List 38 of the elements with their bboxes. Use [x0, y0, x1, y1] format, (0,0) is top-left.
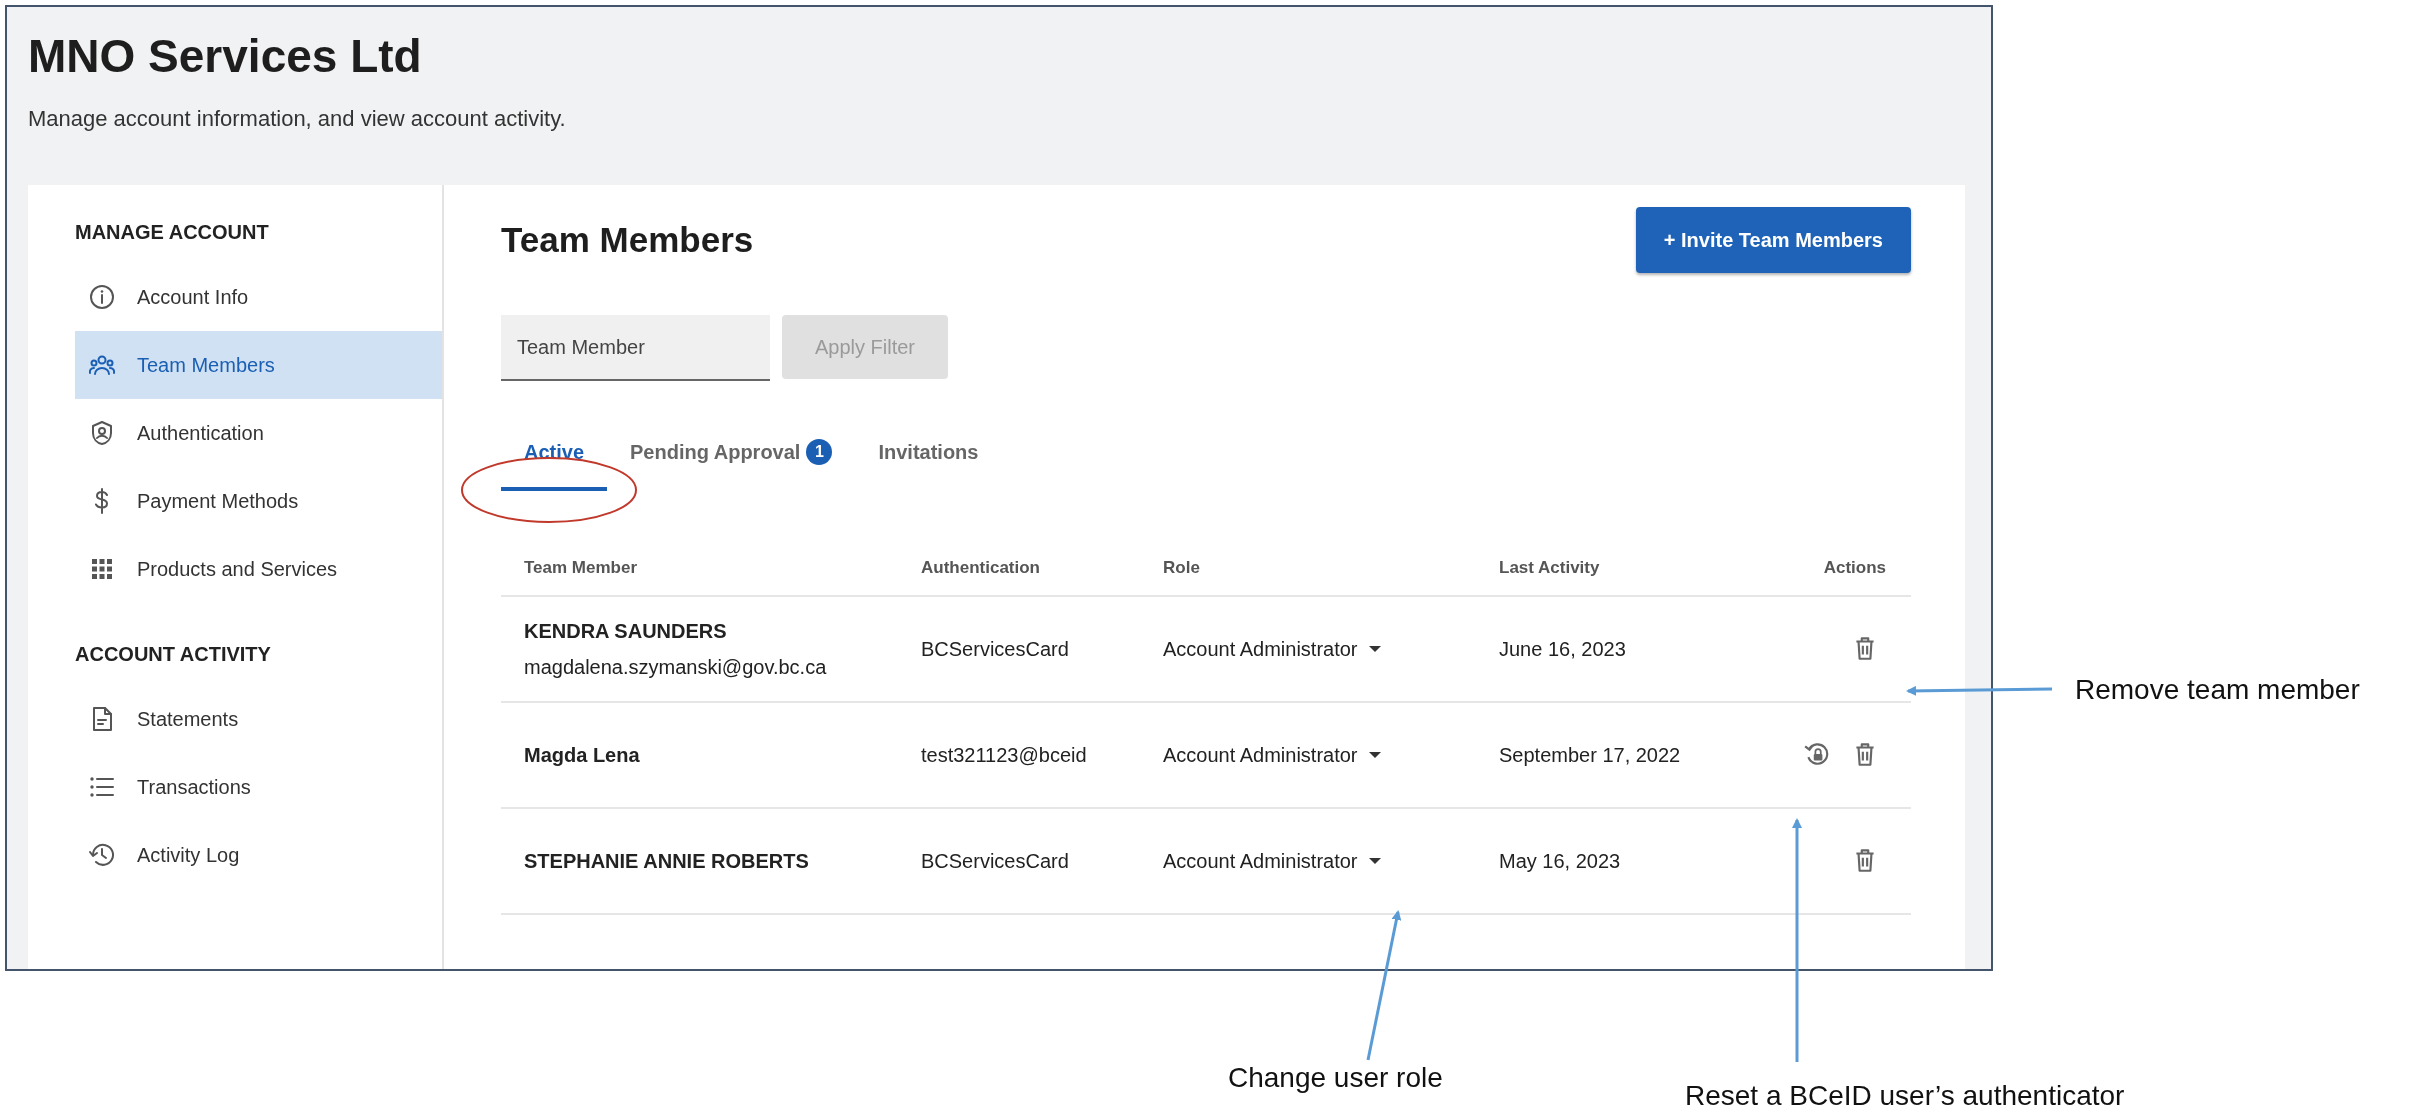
column-header: Last Activity [1498, 557, 1601, 580]
table-cell-text: test321123@bceid [920, 743, 1088, 769]
sidebar-item[interactable]: Statements [75, 685, 442, 754]
invite-button[interactable]: + Invite Team Members [1635, 207, 1911, 274]
member-email: magdalena.szymanski@gov.bc.ca [524, 655, 828, 681]
table-cell-text: June 16, 2023 [1498, 637, 1627, 663]
column-header: Actions [1822, 557, 1887, 580]
section-heading: MANAGE ACCOUNT [75, 220, 270, 246]
sidebar-item[interactable]: Transactions [75, 753, 442, 822]
column-header: Team Member [523, 557, 639, 580]
sidebar-item[interactable]: Account Info [75, 263, 442, 332]
tab[interactable]: Pending Approval 1 [607, 419, 856, 492]
tab[interactable]: Invitations [855, 419, 1002, 492]
table-cell-text: BCServicesCard [920, 637, 1070, 663]
sidebar-item[interactable]: Payment Methods [75, 467, 442, 536]
page-title: MNO Services Ltd [28, 29, 423, 84]
count-badge: 1 [806, 439, 833, 466]
section-title: Team Members [501, 219, 754, 262]
role-dropdown[interactable]: Account Administrator [1163, 846, 1382, 877]
callout-label: Change user role [1228, 1064, 1443, 1092]
member-name: KENDRA SAUNDERS [524, 619, 728, 645]
callout-label: Reset a BCeID user’s authenticator [1685, 1082, 2125, 1110]
table-cell-text: September 17, 2022 [1498, 743, 1682, 769]
sidebar-item[interactable]: Products and Services [75, 535, 442, 604]
table-cell-text: May 16, 2023 [1498, 849, 1622, 875]
sidebar-item[interactable]: Activity Log [75, 821, 442, 890]
section-heading: ACCOUNT ACTIVITY [75, 642, 272, 668]
member-name: Magda Lena [524, 743, 641, 769]
sidebar-item[interactable]: Authentication [75, 399, 442, 468]
role-dropdown[interactable]: Account Administrator [1163, 634, 1382, 665]
role-dropdown[interactable]: Account Administrator [1163, 740, 1382, 771]
column-header: Role [1162, 557, 1201, 580]
column-header: Authentication [920, 557, 1041, 580]
page-subtitle: Manage account information, and view account activity. [28, 105, 567, 134]
member-name: STEPHANIE ANNIE ROBERTS [524, 849, 810, 875]
sidebar-item[interactable]: Team Members [75, 331, 442, 400]
callout-label: Remove team member [2075, 676, 2360, 704]
table-cell-text: BCServicesCard [920, 849, 1070, 875]
